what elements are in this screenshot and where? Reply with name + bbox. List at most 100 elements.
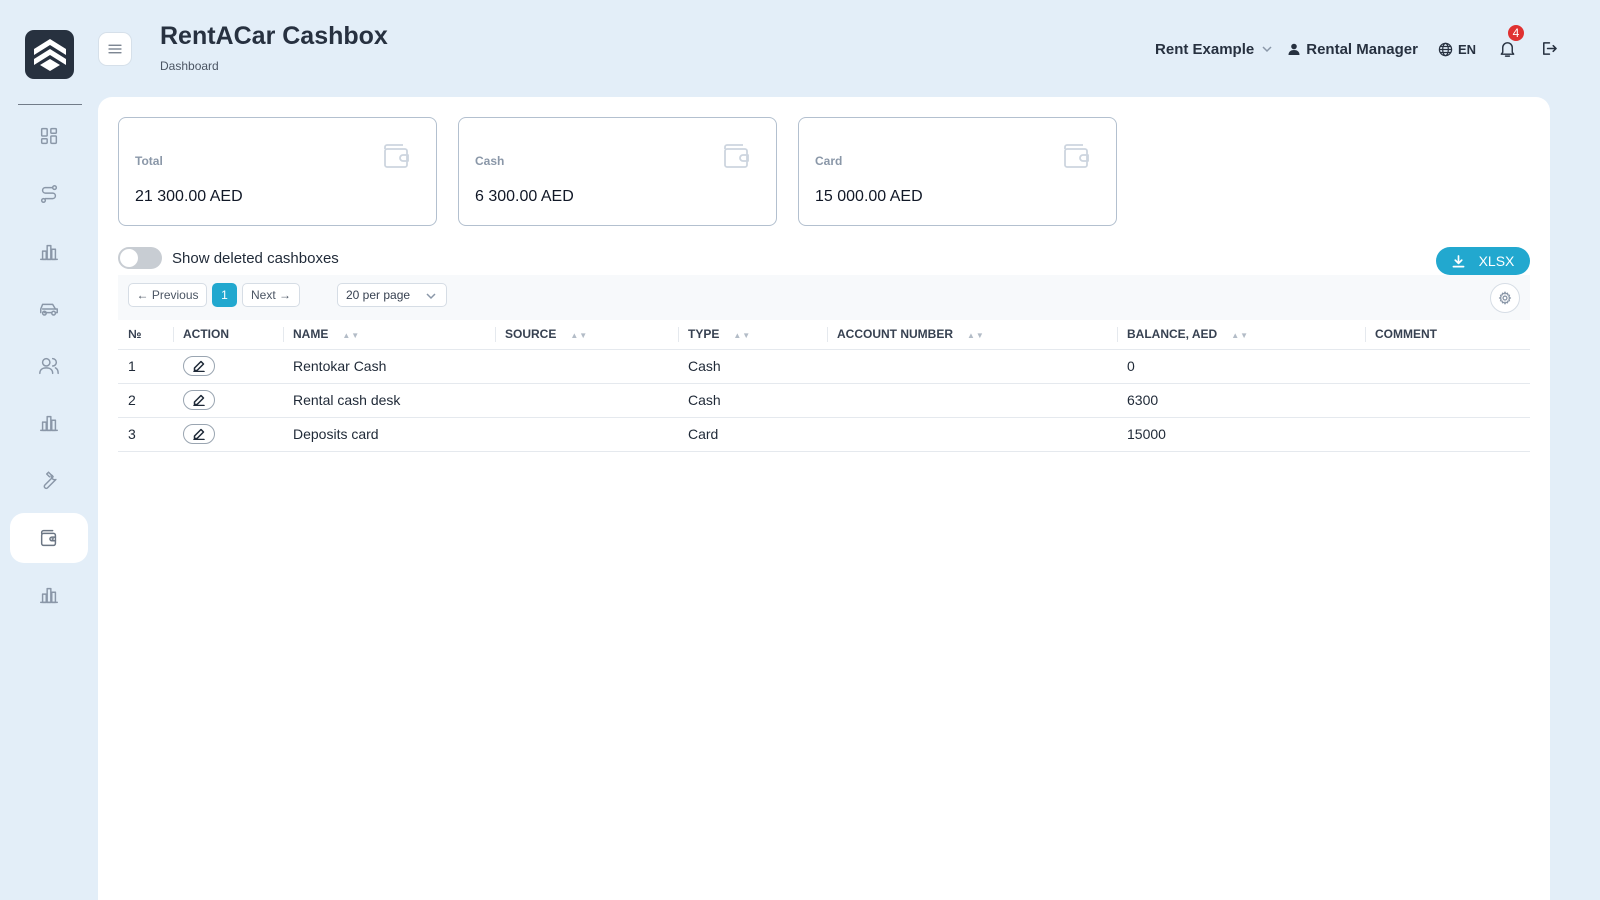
notifications-button[interactable]: 4 <box>1498 23 1526 59</box>
sidebar-item-service[interactable] <box>10 455 88 505</box>
sidebar-item-reports[interactable] <box>10 227 88 277</box>
cell-account <box>827 383 1117 418</box>
column-header-action: ACTION <box>173 320 283 350</box>
table-settings-button[interactable] <box>1490 283 1520 313</box>
sort-icon[interactable]: ▲▼ <box>570 331 588 340</box>
show-deleted-row: Show deleted cashboxes <box>118 247 339 269</box>
cell-action <box>173 417 283 452</box>
cell-account <box>827 417 1117 452</box>
language-code: EN <box>1457 41 1476 57</box>
column-header-comment: COMMENT <box>1365 320 1530 350</box>
cell-type: Card <box>678 417 827 452</box>
company-selector[interactable]: Rent Example <box>1155 41 1272 58</box>
column-header-no: № <box>118 320 173 350</box>
sort-icon[interactable]: ▲▼ <box>342 331 360 340</box>
cell-action <box>173 349 283 384</box>
cell-source <box>495 383 678 418</box>
cell-balance: 15000 <box>1117 417 1365 452</box>
sidebar-item-cars[interactable] <box>10 284 88 334</box>
show-deleted-toggle[interactable] <box>118 247 162 269</box>
sidebar-item-stats[interactable] <box>10 398 88 448</box>
cell-type: Cash <box>678 349 827 384</box>
page-number-button[interactable]: 1 <box>212 283 237 307</box>
sort-icon[interactable]: ▲▼ <box>967 331 985 340</box>
users-icon <box>39 357 59 375</box>
cell-comment <box>1365 349 1530 384</box>
cell-comment <box>1365 383 1530 418</box>
summary-card-cash: Cash 6 300.00 AED <box>458 117 777 226</box>
sort-icon[interactable]: ▲▼ <box>1231 331 1249 340</box>
wrench-icon <box>43 471 57 490</box>
edit-button[interactable] <box>183 424 215 444</box>
header-actions: Rent Example Rental Manager EN 4 <box>1155 23 1558 60</box>
globe-icon <box>1438 42 1453 56</box>
wallet-icon <box>382 141 412 171</box>
company-name: Rent Example <box>1155 40 1255 58</box>
language-selector[interactable]: EN <box>1438 42 1476 57</box>
pencil-icon <box>193 394 205 406</box>
grid-icon <box>40 127 58 145</box>
user-menu[interactable]: Rental Manager <box>1288 41 1418 58</box>
card-label: Total <box>135 154 163 168</box>
logout-icon <box>1543 42 1557 55</box>
chevron-down-icon <box>426 293 436 300</box>
logo-icon <box>33 38 66 71</box>
column-header-balance[interactable]: BALANCE, AED ▲▼ <box>1117 320 1365 350</box>
bar-chart-icon <box>40 415 58 432</box>
column-header-source[interactable]: SOURCE ▲▼ <box>495 320 678 350</box>
page-title: RentACar Cashbox <box>160 22 388 50</box>
chevron-down-icon <box>1262 46 1272 53</box>
hamburger-icon <box>108 44 122 54</box>
download-icon <box>1452 254 1465 267</box>
table-row: 2 Rental cash desk Cash 6300 <box>118 383 1530 418</box>
export-label: XLSX <box>1478 253 1515 269</box>
column-header-type[interactable]: TYPE ▲▼ <box>678 320 827 350</box>
sort-icon[interactable]: ▲▼ <box>733 331 751 340</box>
breadcrumb[interactable]: Dashboard <box>160 59 219 73</box>
wallet-icon <box>1062 141 1092 171</box>
pencil-icon <box>193 360 205 372</box>
notification-badge: 4 <box>1506 23 1526 43</box>
user-icon <box>1288 43 1300 55</box>
edit-button[interactable] <box>183 356 215 376</box>
sidebar-item-analytics[interactable] <box>10 570 88 620</box>
sidebar <box>0 0 98 900</box>
cell-name: Deposits card <box>283 417 495 452</box>
cell-no: 2 <box>118 383 173 418</box>
sidebar-item-cashbox[interactable] <box>10 513 88 563</box>
card-value: 15 000.00 AED <box>815 188 923 205</box>
per-page-value: 20 per page <box>346 288 411 302</box>
card-label: Cash <box>475 154 505 168</box>
summary-cards: Total 21 300.00 AED Cash 6 300.00 AED Ca… <box>118 117 1117 226</box>
per-page-select[interactable]: 20 per page <box>337 283 447 307</box>
show-deleted-label: Show deleted cashboxes <box>172 249 339 267</box>
gear-icon <box>1498 291 1512 305</box>
main-panel: Total 21 300.00 AED Cash 6 300.00 AED Ca… <box>98 97 1550 900</box>
cell-comment <box>1365 417 1530 452</box>
next-page-button[interactable]: Next → <box>242 283 300 307</box>
edit-button[interactable] <box>183 390 215 410</box>
sidebar-item-dashboard[interactable] <box>10 111 88 161</box>
table-row: 3 Deposits card Card 15000 <box>118 417 1530 452</box>
cell-no: 3 <box>118 417 173 452</box>
summary-card-card: Card 15 000.00 AED <box>798 117 1117 226</box>
menu-toggle-button[interactable] <box>98 32 132 66</box>
previous-page-button[interactable]: ← Previous <box>128 283 207 307</box>
card-value: 6 300.00 AED <box>475 188 574 205</box>
app-logo[interactable] <box>25 30 74 79</box>
card-label: Card <box>815 154 843 168</box>
cell-source <box>495 349 678 384</box>
logout-button[interactable] <box>1540 40 1558 58</box>
wallet-icon <box>40 529 57 547</box>
bar-chart-icon <box>40 587 58 604</box>
cell-account <box>827 349 1117 384</box>
column-header-name[interactable]: NAME ▲▼ <box>283 320 495 350</box>
sidebar-item-routes[interactable] <box>10 169 88 219</box>
sidebar-item-users[interactable] <box>10 341 88 391</box>
column-header-account-number[interactable]: ACCOUNT NUMBER ▲▼ <box>827 320 1117 350</box>
export-xlsx-button[interactable]: XLSX <box>1436 247 1530 275</box>
cell-source <box>495 417 678 452</box>
cell-action <box>173 383 283 418</box>
pencil-icon <box>193 428 205 440</box>
wallet-icon <box>722 141 752 171</box>
